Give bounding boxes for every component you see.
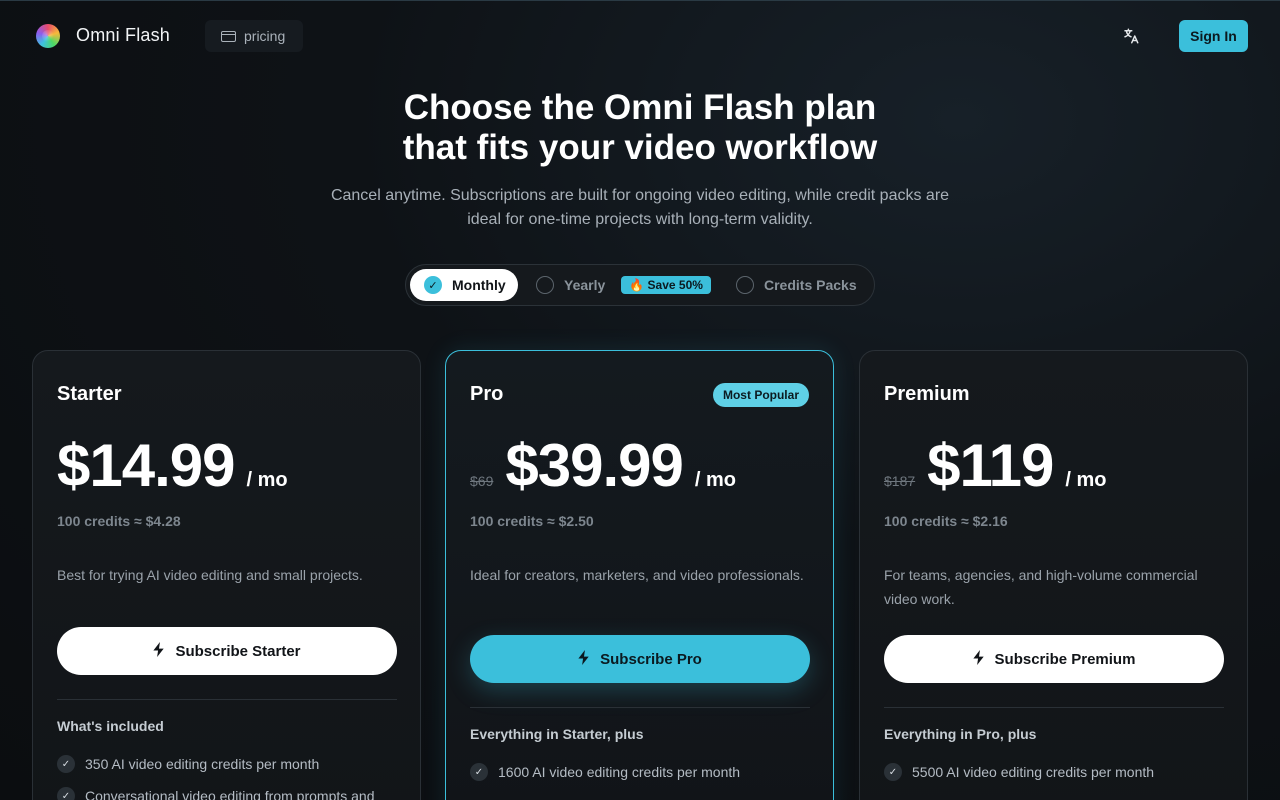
plan-price: $14.99	[57, 432, 236, 499]
radio-icon	[736, 276, 754, 294]
plan-description: Ideal for creators, marketers, and video…	[470, 567, 804, 583]
check-icon: ✓	[57, 787, 75, 800]
bolt-icon	[578, 649, 590, 669]
credits-note: 100 credits ≈ $2.16	[884, 513, 1008, 529]
plan-description: For teams, agencies, and high-volume com…	[884, 567, 1198, 607]
cta-label: Subscribe Starter	[175, 642, 301, 660]
feature-text: Conversational video editing from prompt…	[85, 788, 375, 800]
plan-card-starter: Starter $14.99 / mo 100 credits ≈ $4.28 …	[32, 350, 421, 800]
page-subtitle-line2: ideal for one-time projects with long-te…	[467, 211, 813, 228]
toggle-monthly[interactable]: ✓ Monthly	[410, 269, 518, 301]
price-row: $187 $119 / mo	[884, 431, 1107, 499]
page-title-line1: Choose the Omni Flash plan	[403, 88, 877, 127]
divider	[57, 699, 397, 700]
feature-item: ✓ 350 AI video editing credits per month	[57, 755, 397, 773]
price-row: $69 $39.99 / mo	[470, 431, 736, 499]
language-button[interactable]	[1119, 24, 1143, 48]
bolt-icon	[153, 641, 165, 661]
save-badge: 🔥 Save 50%	[621, 276, 711, 294]
plan-period: / mo	[246, 469, 288, 491]
plan-description: Best for trying AI video editing and sma…	[57, 567, 363, 583]
page-subtitle-line1: Cancel anytime. Subscriptions are built …	[330, 187, 950, 204]
check-icon: ✓	[57, 755, 75, 773]
plan-name: Pro	[470, 383, 504, 405]
bolt-icon	[972, 649, 985, 669]
subscribe-starter-button[interactable]: Subscribe Starter	[57, 627, 397, 675]
page-title-line2: that fits your video workflow	[402, 128, 878, 167]
plan-card-pro: Pro Most Popular $69 $39.99 / mo 100 cre…	[445, 350, 834, 800]
subscribe-premium-button[interactable]: Subscribe Premium	[884, 635, 1224, 683]
checked-radio-icon: ✓	[424, 276, 442, 294]
cta-label: Subscribe Pro	[600, 650, 702, 668]
toggle-yearly[interactable]: Yearly 🔥 Save 50%	[524, 269, 714, 301]
plan-price: $39.99	[505, 432, 684, 499]
translate-icon	[1124, 28, 1139, 44]
site-header: Omni Flash pricing Sign In	[0, 0, 1280, 72]
plan-name: Starter	[57, 383, 122, 405]
nav-pricing-label: pricing	[244, 28, 286, 44]
plan-name: Premium	[884, 383, 970, 405]
plan-period: / mo	[694, 469, 736, 491]
price-row: $14.99 / mo	[57, 431, 288, 499]
plan-period: / mo	[1065, 469, 1107, 491]
feature-text: 350 AI video editing credits per month	[85, 756, 320, 772]
check-icon: ✓	[884, 763, 902, 781]
omni-flash-logo[interactable]	[36, 24, 60, 48]
sign-in-button[interactable]: Sign In	[1179, 20, 1248, 52]
billing-toggle: ✓ Monthly Yearly 🔥 Save 50% Credits Pack…	[405, 264, 875, 306]
toggle-credits-label: Credits Packs	[764, 277, 857, 293]
old-price: $69	[470, 473, 494, 489]
toggle-yearly-label: Yearly	[564, 277, 606, 293]
credit-card-icon	[221, 30, 236, 42]
credits-note: 100 credits ≈ $2.50	[470, 513, 594, 529]
includes-heading: What's included	[57, 718, 164, 734]
feature-text: 1600 AI video editing credits per month	[498, 764, 741, 780]
credits-note: 100 credits ≈ $4.28	[57, 513, 181, 529]
toggle-credits-packs[interactable]: Credits Packs	[724, 269, 872, 301]
feature-text: 5500 AI video editing credits per month	[912, 764, 1155, 780]
nav-pricing[interactable]: pricing	[205, 20, 303, 52]
divider	[884, 707, 1224, 708]
includes-heading: Everything in Pro, plus	[884, 726, 1037, 742]
plan-card-premium: Premium $187 $119 / mo 100 credits ≈ $2.…	[859, 350, 1248, 800]
feature-item: ✓ Conversational video editing from prom…	[57, 787, 397, 800]
radio-icon	[536, 276, 554, 294]
divider	[470, 707, 810, 708]
most-popular-badge: Most Popular	[712, 383, 809, 407]
check-icon: ✓	[470, 763, 488, 781]
toggle-monthly-label: Monthly	[452, 277, 506, 293]
subscribe-pro-button[interactable]: Subscribe Pro	[470, 635, 810, 683]
plan-price: $119	[927, 432, 1054, 499]
cta-label: Subscribe Premium	[994, 650, 1136, 668]
feature-item: ✓ 5500 AI video editing credits per mont…	[884, 763, 1224, 781]
includes-heading: Everything in Starter, plus	[470, 726, 644, 742]
old-price: $187	[884, 473, 916, 489]
brand-name[interactable]: Omni Flash	[76, 25, 170, 46]
feature-item: ✓ 1600 AI video editing credits per mont…	[470, 763, 810, 781]
